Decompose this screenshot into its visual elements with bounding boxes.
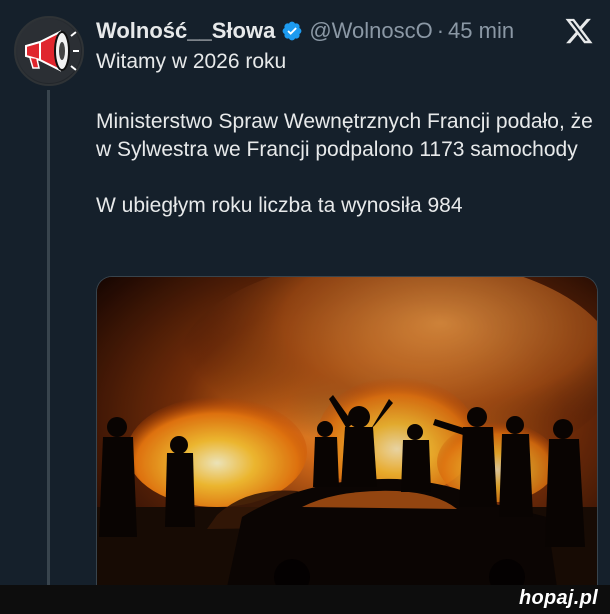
tweet-line-statement: Ministerstwo Spraw Wewnętrznych Francji … (96, 110, 593, 161)
tweet-header: Wolność__Słowa @WolnoscO · 45 min (96, 14, 590, 48)
megaphone-icon (17, 19, 81, 83)
tweet: Wolność__Słowa @WolnoscO · 45 min Witamy… (0, 0, 610, 586)
tweet-text: Witamy w 2026 roku Ministerstwo Spraw We… (96, 48, 596, 220)
thread-line (47, 90, 50, 585)
separator-dot: · (436, 18, 445, 43)
display-name[interactable]: Wolność__Słowa (96, 18, 275, 44)
x-logo-icon[interactable] (564, 16, 594, 46)
user-handle[interactable]: @WolnoscO (309, 18, 432, 44)
tweet-line-greeting: Witamy w 2026 roku (96, 50, 287, 73)
watermark-bar: hopaj.pl (0, 585, 610, 614)
tweet-image[interactable] (96, 276, 598, 586)
tweet-line-comparison: W ubiegłym roku liczba ta wynosiła 984 (96, 194, 463, 217)
watermark-logo[interactable]: hopaj.pl (519, 587, 598, 610)
avatar[interactable] (14, 16, 84, 86)
burning-cars-photo (97, 277, 597, 586)
post-time[interactable]: 45 min (448, 18, 514, 44)
verified-badge-icon (282, 21, 302, 41)
